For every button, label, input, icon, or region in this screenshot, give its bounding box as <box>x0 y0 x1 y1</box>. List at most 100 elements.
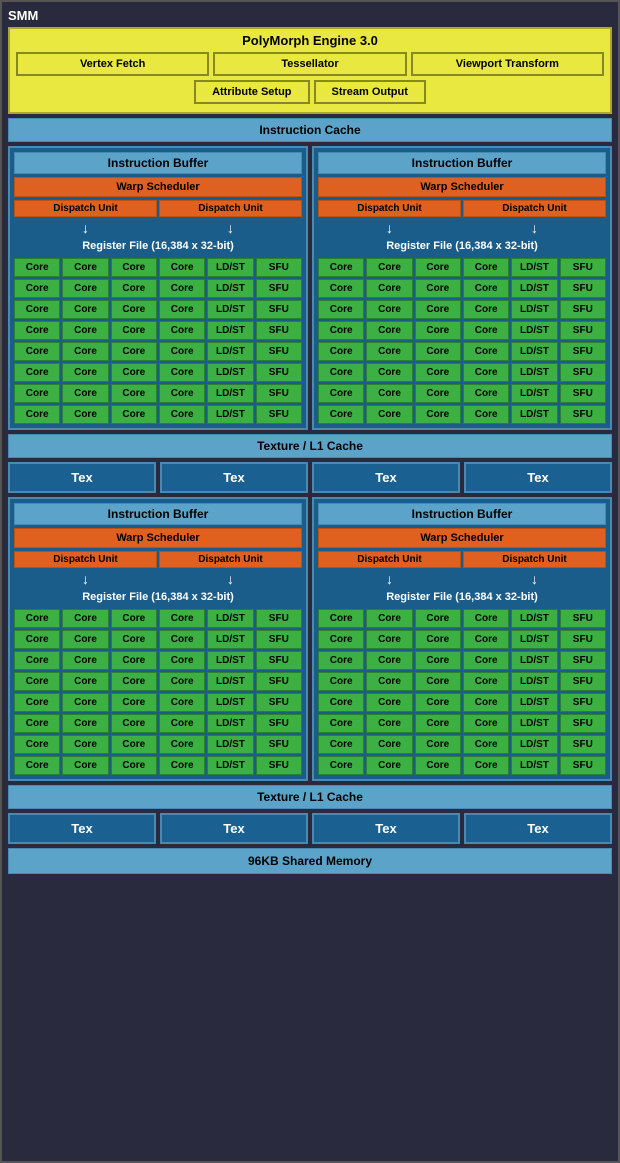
left-bottom-row-2: Core Core Core Core LD/ST SFU <box>14 630 302 649</box>
vertex-fetch-button: Vertex Fetch <box>16 52 209 76</box>
right-cores-row-2-top: Core Core Core Core LD/ST SFU <box>318 279 606 298</box>
core-cell: Core <box>111 609 157 628</box>
core-cell: Core <box>415 735 461 754</box>
left-arrow2-bottom: ↓ <box>227 571 234 587</box>
core-cell: Core <box>415 300 461 319</box>
sfu-cell: SFU <box>256 651 302 670</box>
core-cell: Core <box>318 405 364 424</box>
core-cell: Core <box>62 363 108 382</box>
tex-cell-bottom-2: Tex <box>160 813 308 844</box>
core-cell: Core <box>14 363 60 382</box>
core-cell: Core <box>14 321 60 340</box>
core-cell: Core <box>159 279 205 298</box>
right-warp-scheduler-top: Warp Scheduler <box>318 177 606 197</box>
core-cell: Core <box>318 300 364 319</box>
core-cell: Core <box>463 609 509 628</box>
sfu-cell: SFU <box>560 609 606 628</box>
ldst-cell: LD/ST <box>207 258 253 277</box>
polymorph-engine: PolyMorph Engine 3.0 Vertex Fetch Tessel… <box>8 27 612 114</box>
texture-l1-bar-top: Texture / L1 Cache <box>8 434 612 458</box>
sfu-cell: SFU <box>560 258 606 277</box>
ldst-cell: LD/ST <box>207 693 253 712</box>
core-cell: Core <box>14 630 60 649</box>
core-cell: Core <box>62 714 108 733</box>
core-cell: Core <box>62 258 108 277</box>
core-cell: Core <box>111 279 157 298</box>
core-cell: Core <box>159 693 205 712</box>
sfu-cell: SFU <box>560 279 606 298</box>
right-bottom-row-8: Core Core Core Core LD/ST SFU <box>318 756 606 775</box>
left-cores-row-2-top: Core Core Core Core LD/ST SFU <box>14 279 302 298</box>
core-cell: Core <box>415 405 461 424</box>
left-cores-row-5-top: Core Core Core Core LD/ST SFU <box>14 342 302 361</box>
sfu-cell: SFU <box>560 363 606 382</box>
right-cores-row-7-top: Core Core Core Core LD/ST SFU <box>318 384 606 403</box>
core-cell: Core <box>111 714 157 733</box>
core-cell: Core <box>366 714 412 733</box>
tessellator-button: Tessellator <box>213 52 406 76</box>
sfu-cell: SFU <box>256 735 302 754</box>
left-dispatch-unit-top-2: Dispatch Unit <box>159 200 302 217</box>
sfu-cell: SFU <box>560 651 606 670</box>
ldst-cell: LD/ST <box>511 384 557 403</box>
right-cores-row-5-top: Core Core Core Core LD/ST SFU <box>318 342 606 361</box>
ldst-cell: LD/ST <box>511 258 557 277</box>
core-cell: Core <box>415 363 461 382</box>
left-cores-row-4-top: Core Core Core Core LD/ST SFU <box>14 321 302 340</box>
ldst-cell: LD/ST <box>207 630 253 649</box>
right-warp-scheduler-bottom: Warp Scheduler <box>318 528 606 548</box>
right-sub-unit-top: Instruction Buffer Warp Scheduler Dispat… <box>312 146 612 430</box>
top-two-col: Instruction Buffer Warp Scheduler Dispat… <box>8 146 612 430</box>
core-cell: Core <box>463 651 509 670</box>
sfu-cell: SFU <box>256 300 302 319</box>
sfu-cell: SFU <box>560 300 606 319</box>
core-cell: Core <box>415 651 461 670</box>
core-cell: Core <box>111 693 157 712</box>
core-cell: Core <box>318 342 364 361</box>
sfu-cell: SFU <box>560 630 606 649</box>
core-cell: Core <box>159 321 205 340</box>
left-instruction-buffer-top: Instruction Buffer <box>14 152 302 174</box>
right-cores-row-6-top: Core Core Core Core LD/ST SFU <box>318 363 606 382</box>
sfu-cell: SFU <box>560 714 606 733</box>
right-arrows-top: ↓ ↓ <box>318 220 606 236</box>
left-register-file-bottom: Register File (16,384 x 32-bit) <box>14 589 302 605</box>
ldst-cell: LD/ST <box>207 342 253 361</box>
right-instruction-buffer-bottom: Instruction Buffer <box>318 503 606 525</box>
left-dispatch-unit-bottom-1: Dispatch Unit <box>14 551 157 568</box>
left-bottom-row-4: Core Core Core Core LD/ST SFU <box>14 672 302 691</box>
left-cores-grid-top: Core Core Core Core LD/ST SFU Core Core … <box>14 258 302 424</box>
ldst-cell: LD/ST <box>511 321 557 340</box>
right-arrow1-bottom: ↓ <box>386 571 393 587</box>
ldst-cell: LD/ST <box>511 363 557 382</box>
core-cell: Core <box>318 279 364 298</box>
core-cell: Core <box>14 735 60 754</box>
core-cell: Core <box>318 363 364 382</box>
core-cell: Core <box>62 672 108 691</box>
core-cell: Core <box>318 384 364 403</box>
core-cell: Core <box>366 384 412 403</box>
tex-row-top: Tex Tex Tex Tex <box>8 462 612 493</box>
left-arrows-top: ↓ ↓ <box>14 220 302 236</box>
right-arrow2-top: ↓ <box>531 220 538 236</box>
ldst-cell: LD/ST <box>511 693 557 712</box>
tex-cell-top-1: Tex <box>8 462 156 493</box>
sfu-cell: SFU <box>560 405 606 424</box>
core-cell: Core <box>62 405 108 424</box>
left-bottom-row-6: Core Core Core Core LD/ST SFU <box>14 714 302 733</box>
core-cell: Core <box>366 609 412 628</box>
core-cell: Core <box>318 714 364 733</box>
right-bottom-row-1: Core Core Core Core LD/ST SFU <box>318 609 606 628</box>
stream-output-button: Stream Output <box>314 80 426 104</box>
right-dispatch-row-bottom: Dispatch Unit Dispatch Unit <box>318 551 606 568</box>
ldst-cell: LD/ST <box>207 735 253 754</box>
shared-memory-bar: 96KB Shared Memory <box>8 848 612 874</box>
tex-cell-top-3: Tex <box>312 462 460 493</box>
core-cell: Core <box>318 609 364 628</box>
ldst-cell: LD/ST <box>511 630 557 649</box>
left-bottom-row-1: Core Core Core Core LD/ST SFU <box>14 609 302 628</box>
polymorph-row2: Attribute Setup Stream Output <box>16 80 604 104</box>
core-cell: Core <box>318 672 364 691</box>
core-cell: Core <box>463 693 509 712</box>
left-cores-row-8-top: Core Core Core Core LD/ST SFU <box>14 405 302 424</box>
